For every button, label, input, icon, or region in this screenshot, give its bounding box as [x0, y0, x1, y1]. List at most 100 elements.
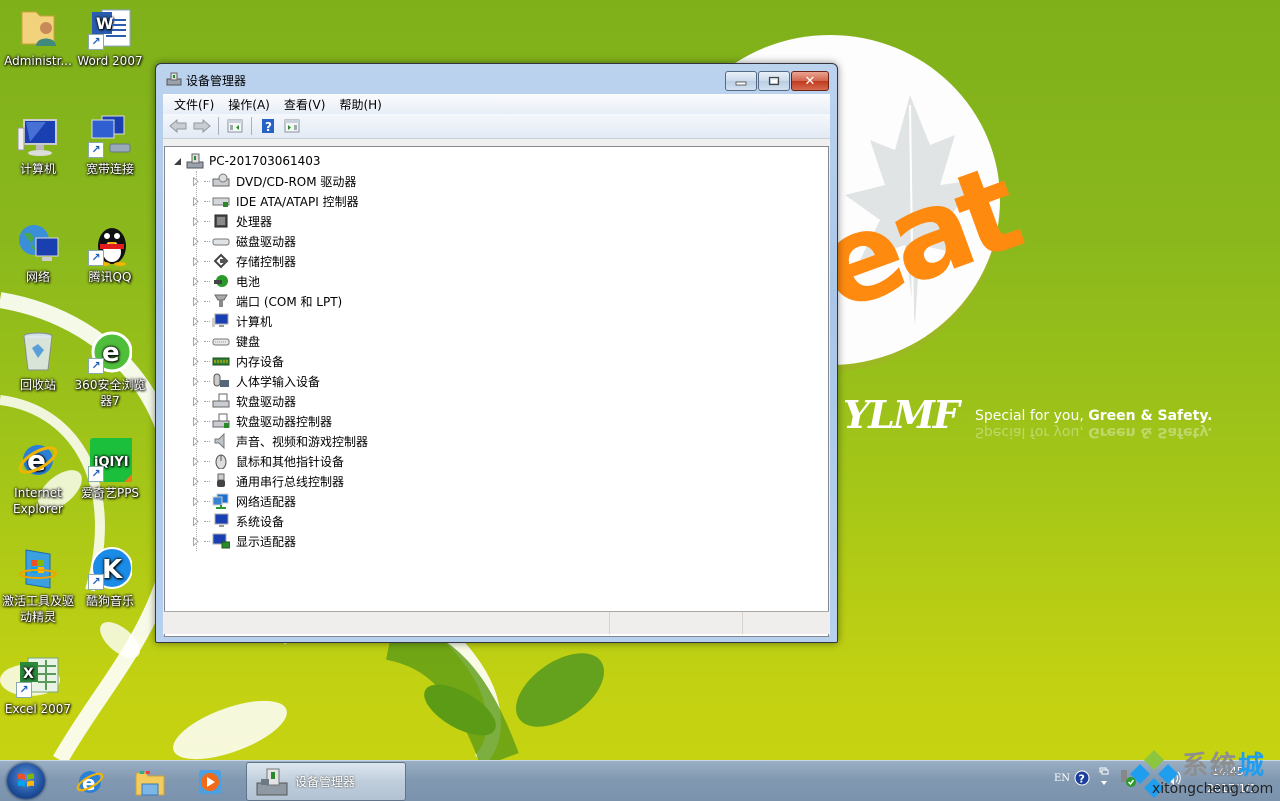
menu-help[interactable]: 帮助(H)	[332, 96, 388, 113]
expand-triangle-icon[interactable]	[191, 256, 200, 266]
status-bar	[164, 611, 829, 634]
slogan-bold: Green & Safety.	[1088, 408, 1213, 424]
expand-triangle-icon[interactable]	[191, 196, 200, 206]
back-button[interactable]	[167, 116, 189, 136]
expand-triangle-icon[interactable]	[191, 536, 200, 546]
tree-item[interactable]: 存储控制器	[191, 251, 296, 271]
desktop-icon-iqiyi[interactable]: iQIYI ↗ 爱奇艺PPS	[72, 438, 148, 501]
disk-drive-icon	[212, 238, 230, 246]
help-tray-button[interactable]: ?	[1074, 770, 1090, 790]
expand-triangle-icon[interactable]	[191, 516, 200, 526]
tree-item[interactable]: 处理器	[191, 211, 272, 231]
desktop-icon-administrator[interactable]: Administr...	[0, 6, 76, 69]
tree-item-label: IDE ATA/ATAPI 控制器	[236, 194, 359, 209]
tree-connector	[204, 360, 210, 362]
tree-item[interactable]: 键盘	[191, 331, 260, 351]
expand-triangle-icon[interactable]	[191, 396, 200, 406]
title-bar[interactable]: 设备管理器 ✕	[156, 64, 837, 94]
expand-triangle-icon[interactable]	[191, 336, 200, 346]
shortcut-arrow-icon: ↗	[88, 250, 104, 266]
expand-triangle-icon[interactable]	[191, 216, 200, 226]
language-indicator[interactable]: EN	[1054, 773, 1070, 784]
taskbar-task-device-manager[interactable]: 设备管理器	[246, 762, 406, 801]
expand-triangle-icon[interactable]	[191, 176, 200, 186]
maximize-button[interactable]	[758, 71, 790, 91]
desktop-icon-computer[interactable]: 计算机	[0, 114, 76, 177]
menu-file[interactable]: 文件(F)	[167, 96, 221, 113]
back-arrow-icon	[169, 119, 187, 133]
minimize-button[interactable]	[725, 71, 757, 91]
desktop-icon-kugou[interactable]: K ↗ 酷狗音乐	[72, 546, 148, 609]
status-cell-3	[743, 612, 829, 634]
taskbar-pin-media-player[interactable]	[182, 765, 238, 799]
window-client: 文件(F) 操作(A) 查看(V) 帮助(H) ? PC-20170306140…	[163, 94, 830, 637]
tree-item[interactable]: 端口 (COM 和 LPT)	[191, 291, 342, 311]
wallpaper-slogan-reflection: Special for you, Green & Safety.	[975, 424, 1213, 440]
expand-triangle-icon[interactable]	[191, 276, 200, 286]
tree-connector	[204, 520, 210, 522]
tree-item[interactable]: 软盘驱动器	[191, 391, 296, 411]
desktop-icon-network[interactable]: 网络	[0, 222, 76, 285]
device-manager-icon	[166, 72, 182, 86]
taskbar-pin-internet-explorer[interactable]: e	[62, 765, 118, 799]
expand-triangle-icon[interactable]	[191, 416, 200, 426]
desktop-icon-word-2007[interactable]: W ↗ Word 2007	[72, 6, 148, 69]
tree-item[interactable]: 鼠标和其他指针设备	[191, 451, 344, 471]
language-bar-options-button[interactable]	[1098, 767, 1110, 793]
menu-view[interactable]: 查看(V)	[277, 96, 333, 113]
menu-action[interactable]: 操作(A)	[221, 96, 277, 113]
expand-triangle-icon[interactable]	[191, 236, 200, 246]
tree-item[interactable]: 系统设备	[191, 511, 284, 531]
tree-item[interactable]: 电池	[191, 271, 260, 291]
expand-triangle-icon[interactable]	[191, 476, 200, 486]
close-button[interactable]: ✕	[791, 71, 829, 91]
desktop-icon-360-browser[interactable]: e ↗ 360安全浏览器7	[72, 330, 148, 409]
shortcut-arrow-icon: ↗	[88, 574, 104, 590]
help-button[interactable]: ?	[257, 116, 279, 136]
desktop-icon-label: Excel 2007	[4, 702, 72, 716]
tree-item[interactable]: 计算机	[191, 311, 272, 331]
memory-icon	[212, 357, 230, 366]
desktop-icon-qq[interactable]: ↗ 腾讯QQ	[72, 222, 148, 285]
desktop-icon-recycle-bin[interactable]: 回收站	[0, 330, 76, 393]
processor-icon	[214, 214, 228, 228]
tree-item[interactable]: DVD/CD-ROM 驱动器	[191, 171, 356, 191]
tree-item[interactable]: 软盘驱动器控制器	[191, 411, 332, 431]
tree-item[interactable]: 内存设备	[191, 351, 284, 371]
tree-item[interactable]: IDE ATA/ATAPI 控制器	[191, 191, 359, 211]
help-icon: ?	[262, 119, 274, 134]
show-hide-console-tree-button[interactable]	[224, 116, 246, 136]
expand-triangle-icon[interactable]	[191, 316, 200, 326]
tree-root-node[interactable]: PC-201703061403	[173, 151, 321, 171]
expand-triangle-icon[interactable]	[191, 376, 200, 386]
desktop-icon-label: Internet Explorer	[13, 486, 63, 516]
show-hide-action-pane-button[interactable]	[281, 116, 303, 136]
tree-item[interactable]: 人体学输入设备	[191, 371, 320, 391]
tree-item[interactable]: 声音、视频和游戏控制器	[191, 431, 368, 451]
desktop-icon-broadband[interactable]: ↗ 宽带连接	[72, 114, 148, 177]
ie-icon: e	[76, 771, 104, 795]
wallpaper-brand: YLMF	[843, 392, 960, 437]
expand-triangle-icon[interactable]	[191, 296, 200, 306]
device-tree[interactable]: PC-201703061403 DVD/CD-ROM 驱动器 IDE ATA/AT…	[164, 146, 829, 637]
tree-connector	[204, 460, 210, 462]
tree-item-label: 显示适配器	[236, 534, 297, 549]
forward-button[interactable]	[191, 116, 213, 136]
shortcut-arrow-icon: ↗	[88, 142, 104, 158]
tree-item[interactable]: 磁盘驱动器	[191, 231, 296, 251]
desktop-icon-label: Word 2007	[77, 54, 143, 68]
taskbar-pin-windows-explorer[interactable]	[122, 765, 178, 799]
computer-root-icon	[186, 153, 204, 169]
expand-triangle-icon[interactable]	[191, 436, 200, 446]
desktop-icon-excel-2007[interactable]: X ↗ Excel 2007	[0, 654, 76, 717]
expand-triangle-icon[interactable]	[191, 496, 200, 506]
tree-item[interactable]: 网络适配器	[191, 491, 296, 511]
expand-triangle-icon[interactable]	[191, 456, 200, 466]
tree-item[interactable]: 显示适配器	[191, 531, 296, 551]
desktop-icon-internet-explorer[interactable]: e Internet Explorer	[0, 438, 76, 517]
tree-item[interactable]: 通用串行总线控制器	[191, 471, 344, 491]
start-button[interactable]	[7, 763, 45, 799]
expand-triangle-icon[interactable]	[191, 356, 200, 366]
desktop-icon-activation-tool[interactable]: 激活工具及驱动精灵	[0, 546, 76, 625]
collapse-triangle-icon[interactable]	[173, 157, 182, 166]
